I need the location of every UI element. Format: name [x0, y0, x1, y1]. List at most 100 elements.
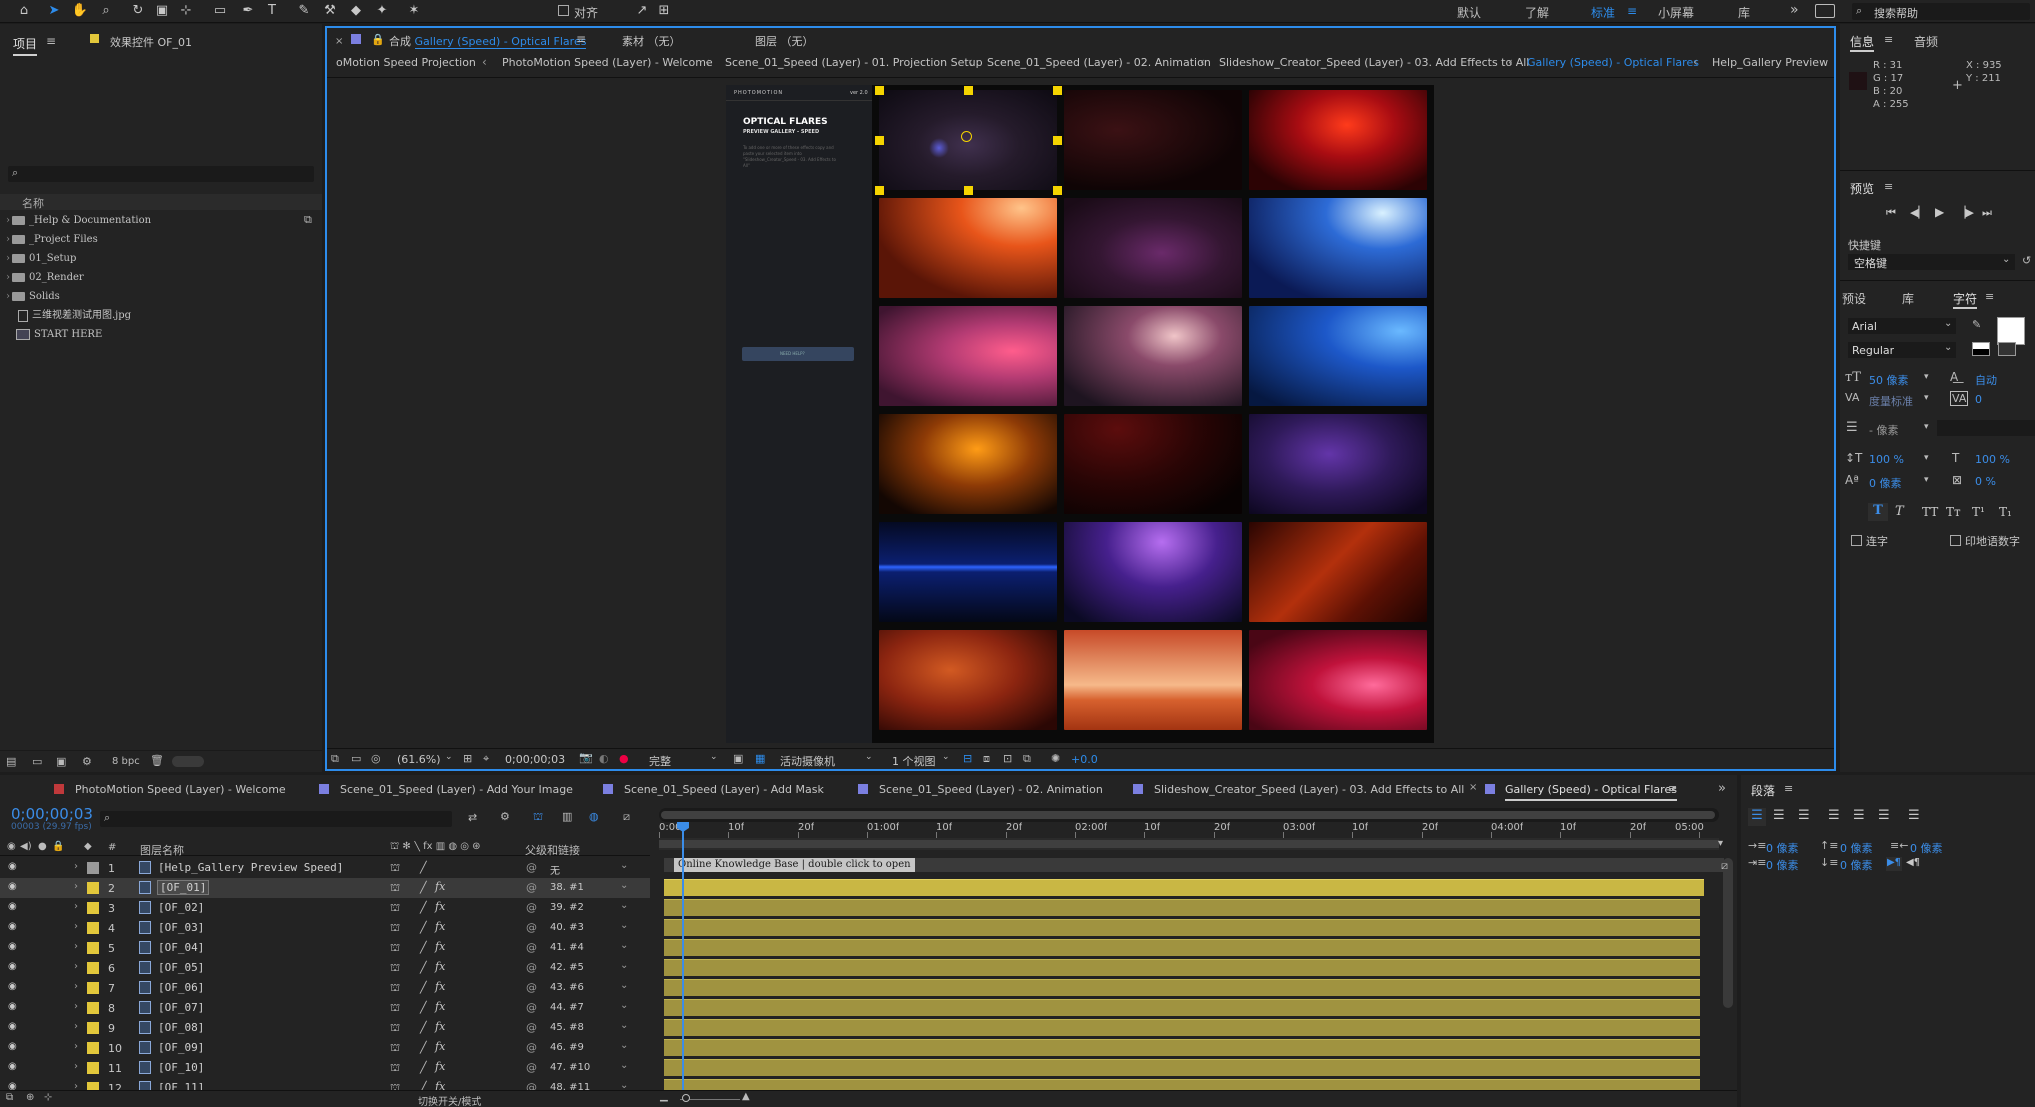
tab-info[interactable]: 信息: [1850, 33, 1875, 52]
chevron-down-icon[interactable]: ⌄: [620, 860, 628, 871]
chevron-down-icon[interactable]: ▾: [1924, 475, 1929, 485]
frame-blending-icon[interactable]: ▥: [562, 810, 572, 823]
flare-thumbnail-16[interactable]: [879, 630, 1057, 730]
toggle-pixel-aspect-icon[interactable]: ⊟: [963, 752, 972, 765]
ltr-direction-button[interactable]: ▶¶: [1886, 857, 1902, 871]
chevron-down-icon[interactable]: ⌄: [942, 752, 950, 762]
indent-left-value[interactable]: 0 像素: [1766, 840, 1799, 856]
first-frame-icon[interactable]: ⏮: [1886, 206, 1896, 220]
project-item[interactable]: › _Help & Documentation: [6, 212, 306, 230]
lock-icon[interactable]: 🔒: [52, 841, 64, 852]
horizontal-scale-value[interactable]: 100 %: [1975, 453, 2010, 466]
layer-duration-bar[interactable]: [664, 959, 1700, 976]
timeline-menu-icon[interactable]: ≡: [1668, 782, 1677, 795]
tab-libraries[interactable]: 库: [1902, 290, 1914, 307]
vertical-scale-value[interactable]: 100 %: [1869, 453, 1904, 466]
zoom-in-icon[interactable]: ▲: [742, 1091, 750, 1102]
character-menu-icon[interactable]: ≡: [1985, 290, 1994, 303]
project-item[interactable]: › _Project Files: [6, 231, 98, 249]
timeline-search-input[interactable]: ⌕: [100, 811, 452, 827]
faux-bold-button[interactable]: T: [1868, 503, 1888, 521]
draft-3d-icon[interactable]: ⚙: [500, 810, 510, 823]
tab-layer[interactable]: 图层 （无）: [755, 33, 814, 49]
help-search-input[interactable]: ⌕ 搜索帮助: [1852, 3, 2030, 20]
new-composition-icon[interactable]: ▣: [56, 755, 66, 768]
space-after-value[interactable]: 0 像素: [1840, 857, 1873, 873]
stroke-width-value[interactable]: - 像素: [1869, 422, 1898, 438]
tab-preview[interactable]: 预览: [1850, 180, 1874, 197]
snapping-checkbox[interactable]: [558, 5, 569, 16]
align-center-button[interactable]: ☰: [1773, 808, 1785, 823]
ligatures-checkbox[interactable]: [1851, 535, 1862, 546]
pick-whip-icon[interactable]: @: [526, 861, 537, 874]
flare-thumbnail-01[interactable]: [879, 90, 1057, 190]
project-menu-icon[interactable]: ≡: [46, 34, 56, 48]
graph-editor-icon[interactable]: ⧄: [623, 810, 630, 824]
selection-handle[interactable]: [964, 86, 973, 95]
new-folder-icon[interactable]: ▭: [32, 755, 42, 768]
comp-mini-flowchart-icon[interactable]: ⇄: [468, 811, 477, 824]
last-frame-icon[interactable]: ⏭: [1982, 206, 1992, 220]
justify-right-button[interactable]: ☰: [1878, 808, 1890, 823]
motion-blur-icon[interactable]: ◍: [589, 810, 599, 823]
breadcrumb-item[interactable]: Scene_01_Speed (Layer) - 01. Projection …: [725, 56, 983, 69]
flare-thumbnail-18[interactable]: [1249, 630, 1427, 730]
flare-thumbnail-05[interactable]: [1064, 198, 1242, 298]
faux-italic-button[interactable]: T: [1895, 504, 1904, 519]
previous-frame-icon[interactable]: ◀▏: [1910, 206, 1927, 219]
timeline-scrollbar[interactable]: [1723, 858, 1733, 1008]
layer-duration-bar[interactable]: [664, 999, 1700, 1016]
flare-thumbnail-10[interactable]: [879, 414, 1057, 514]
expand-transfer-icon[interactable]: ⊕: [26, 1092, 34, 1103]
flowchart-icon[interactable]: ⧉: [1023, 752, 1031, 766]
region-of-interest-icon[interactable]: ▣: [733, 752, 743, 765]
roto-brush-tool-icon[interactable]: ✦: [372, 2, 392, 20]
tab-audio[interactable]: 音频: [1914, 33, 1938, 50]
chevron-down-icon[interactable]: ⌄: [710, 752, 718, 762]
need-help-button[interactable]: NEED HELP?: [742, 347, 854, 361]
flare-thumbnail-09[interactable]: [1249, 306, 1427, 406]
layer-duration-bar[interactable]: [664, 1019, 1700, 1036]
grid-icon[interactable]: ⊞: [463, 752, 472, 765]
color-channel-icon[interactable]: ●: [619, 752, 629, 765]
flare-thumbnail-17[interactable]: [1064, 630, 1242, 730]
workspace-menu-icon[interactable]: ≡: [1627, 4, 1637, 18]
show-snapshot-icon[interactable]: ◐: [599, 752, 609, 765]
solo-icon[interactable]: ●: [38, 841, 47, 852]
play-icon[interactable]: ▶: [1935, 205, 1944, 219]
flowchart-icon[interactable]: ⧉: [304, 213, 312, 227]
loop-icon[interactable]: ↺: [2022, 254, 2031, 267]
chevron-down-icon[interactable]: ⌄: [865, 752, 873, 762]
workspace-learn[interactable]: 了解: [1525, 4, 1549, 21]
project-item[interactable]: › 02_Render: [6, 269, 84, 287]
layer-duration-bar[interactable]: [664, 1059, 1700, 1076]
tab-project[interactable]: 项目: [13, 35, 38, 56]
eraser-tool-icon[interactable]: ◆: [346, 2, 366, 20]
project-settings-icon[interactable]: ⚙: [82, 755, 92, 768]
comp-menu-icon[interactable]: ≡: [576, 32, 586, 46]
flare-thumbnail-12[interactable]: [1249, 414, 1427, 514]
eyedropper-icon[interactable]: ✎: [1972, 318, 1981, 331]
time-ruler[interactable]: 0:00f 10f 20f 01:00f 10f 20f 02:00f 10f 20f 03:00…: [659, 820, 1719, 838]
tab-timeline-animation[interactable]: Scene_01_Speed (Layer) - 02. Animation: [879, 783, 1103, 796]
justify-all-button[interactable]: ☰: [1908, 808, 1920, 823]
chevron-down-icon[interactable]: ▾: [1924, 393, 1929, 403]
workspace-default[interactable]: 默认: [1457, 4, 1481, 21]
tracking-value[interactable]: 0: [1975, 393, 1982, 406]
hindi-digits-checkbox[interactable]: [1950, 535, 1961, 546]
snap-grid-icon[interactable]: ⊞: [654, 2, 674, 20]
stroke-color-swatch[interactable]: [1998, 342, 2016, 356]
expand-arrow-icon[interactable]: ›: [74, 861, 78, 872]
keyframe-nav-icon[interactable]: ⧄: [1721, 859, 1728, 873]
flare-thumbnail-08[interactable]: [1064, 306, 1242, 406]
type-tool-icon[interactable]: T: [262, 2, 282, 20]
selection-handle[interactable]: [875, 86, 884, 95]
tab-composition[interactable]: 合成 Gallery (Speed) - Optical Flares: [389, 33, 587, 49]
selection-handle[interactable]: [875, 186, 884, 195]
collapse-transform-icon[interactable]: ⛫: [390, 861, 400, 876]
toggle-switches-modes[interactable]: 切换开关/模式: [418, 1093, 481, 1107]
more-workspaces-icon[interactable]: »: [1790, 2, 1799, 18]
breadcrumb-item[interactable]: Scene_01_Speed (Layer) - 02. Animation: [987, 56, 1211, 69]
layer-name[interactable]: [Help_Gallery Preview Speed]: [158, 861, 343, 874]
align-right-button[interactable]: ☰: [1798, 808, 1810, 823]
